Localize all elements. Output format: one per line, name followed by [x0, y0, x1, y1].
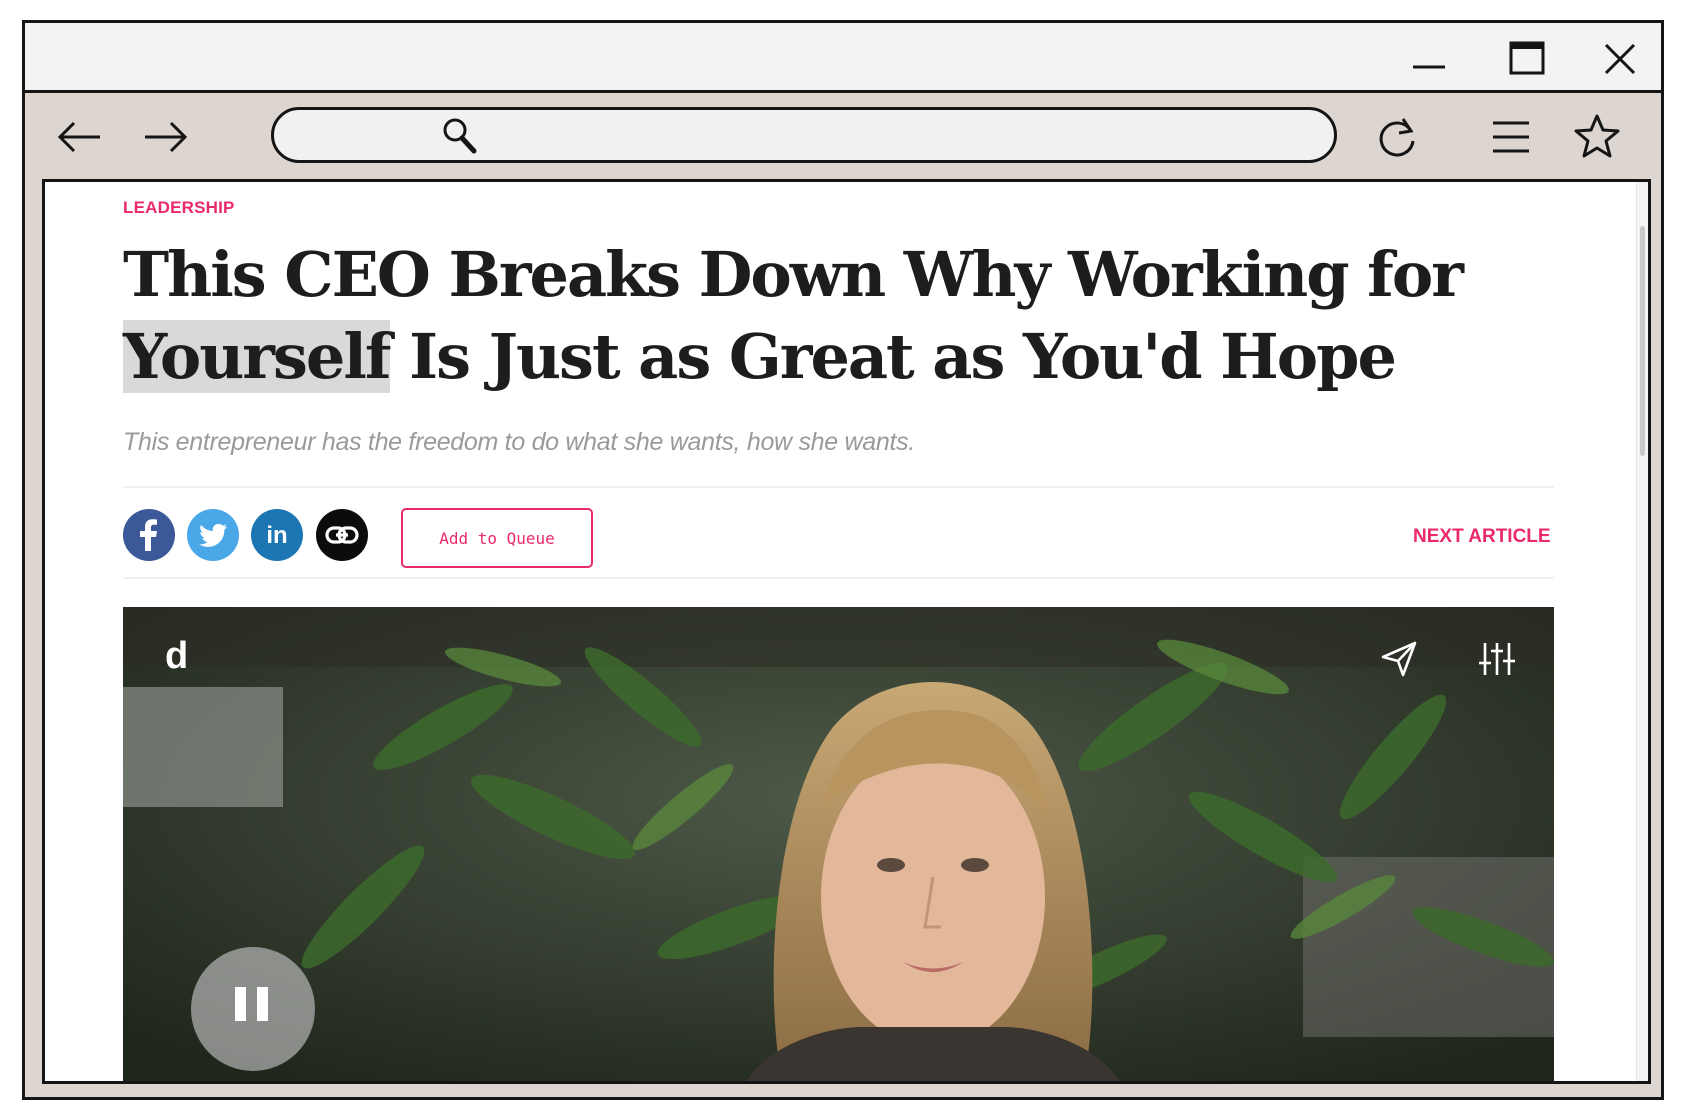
video-frame	[123, 607, 1554, 1081]
arrow-right-icon[interactable]	[139, 111, 191, 163]
sliders-icon[interactable]	[1475, 637, 1519, 681]
close-icon[interactable]	[1598, 37, 1642, 81]
article-category[interactable]: LEADERSHIP	[123, 198, 235, 218]
title-bar	[25, 23, 1661, 93]
pause-icon[interactable]	[191, 947, 315, 1071]
article-dek: This entrepreneur has the freedom to do …	[123, 428, 915, 456]
divider	[123, 577, 1554, 579]
reload-icon[interactable]	[1371, 111, 1423, 163]
maximize-icon[interactable]	[1505, 37, 1549, 81]
twitter-icon[interactable]	[187, 509, 239, 561]
divider	[123, 486, 1554, 488]
browser-window: LEADERSHIP This CEO Breaks Down Why Work…	[22, 20, 1664, 1100]
address-bar[interactable]	[271, 107, 1337, 163]
linkedin-icon[interactable]: in	[251, 509, 303, 561]
headline-text-start: This CEO Breaks Down Why Working for	[123, 238, 1464, 311]
headline-text-end: Is Just as Great as You'd Hope	[389, 320, 1397, 393]
page-viewport: LEADERSHIP This CEO Breaks Down Why Work…	[42, 179, 1651, 1084]
article-headline: This CEO Breaks Down Why Working for You…	[123, 234, 1503, 398]
headline-selected-text: Yourself	[123, 320, 392, 393]
send-icon[interactable]	[1377, 637, 1421, 681]
vertical-scrollbar[interactable]	[1636, 182, 1648, 1081]
add-to-queue-button[interactable]: Add to Queue	[401, 508, 593, 568]
linkedin-text: in	[266, 522, 287, 549]
video-player[interactable]: d	[123, 607, 1554, 1081]
star-icon[interactable]	[1571, 111, 1623, 163]
search-icon	[443, 118, 477, 154]
address-input[interactable]	[494, 118, 1314, 152]
link-icon[interactable]	[316, 509, 368, 561]
minimize-icon[interactable]	[1407, 37, 1451, 81]
next-article-link[interactable]: NEXT ARTICLE	[1413, 526, 1551, 548]
scrollbar-thumb[interactable]	[1640, 226, 1645, 456]
navigation-bar	[25, 93, 1661, 179]
menu-icon[interactable]	[1485, 111, 1537, 163]
arrow-left-icon[interactable]	[54, 111, 106, 163]
facebook-icon[interactable]	[123, 509, 175, 561]
video-logo: d	[165, 635, 189, 677]
